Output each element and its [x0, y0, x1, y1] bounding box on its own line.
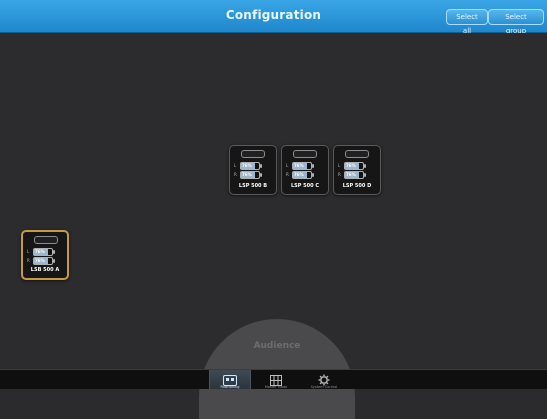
left-channel-label: L — [286, 163, 289, 168]
left-channel-label: L — [234, 163, 237, 168]
title-bar: Configuration Select all Select group — [0, 0, 547, 35]
speaker-card-a[interactable]: L 76% R 76% LSB 500 A — [21, 230, 69, 280]
meter-cap — [364, 173, 366, 177]
speaker-name: LSP 500 D — [342, 183, 372, 189]
tab-positioning[interactable]: Positioning — [209, 370, 251, 389]
meter-cap — [312, 173, 314, 177]
meter-value: 76% — [35, 258, 45, 263]
left-level-meter: 76% — [292, 162, 314, 170]
tab-label: System Control — [310, 385, 338, 389]
speaker-card-c[interactable]: L 76% R 76% LSP 500 C — [281, 145, 329, 195]
speaker-handle — [293, 150, 317, 158]
speaker-name: LSP 500 B — [238, 183, 268, 189]
speaker-card-d[interactable]: L 76% R 76% LSP 500 D — [333, 145, 381, 195]
left-channel-label: L — [338, 163, 341, 168]
meter-cap — [53, 259, 55, 263]
meter-value: 76% — [294, 172, 304, 177]
speaker-handle — [241, 150, 265, 158]
speaker-name: LSP 500 C — [290, 183, 320, 189]
tab-label: Master Mode — [264, 385, 288, 389]
right-level-meter: 76% — [240, 171, 262, 179]
right-channel-label: R — [27, 258, 30, 263]
right-channel-label: R — [234, 172, 237, 177]
meter-cap — [364, 164, 366, 168]
bottom-tab-bar: Positioning Master Mode System Control — [0, 369, 547, 389]
meter-value: 76% — [35, 249, 45, 254]
meter-value: 76% — [242, 163, 252, 168]
meter-cap — [53, 250, 55, 254]
meter-cap — [260, 164, 262, 168]
meter-value: 76% — [346, 163, 356, 168]
speaker-handle — [34, 236, 58, 244]
right-level-meter: 76% — [292, 171, 314, 179]
left-level-meter: 76% — [240, 162, 262, 170]
tab-master-mode[interactable]: Master Mode — [256, 370, 296, 389]
right-level-meter: 76% — [33, 257, 55, 265]
right-level-meter: 76% — [344, 171, 366, 179]
meter-cap — [260, 173, 262, 177]
select-group-button[interactable]: Select group — [488, 9, 544, 35]
tab-system-control[interactable]: System Control — [300, 370, 348, 389]
meter-value: 76% — [346, 172, 356, 177]
meter-cap — [312, 164, 314, 168]
left-level-meter: 76% — [33, 248, 55, 256]
left-channel-label: L — [27, 249, 30, 254]
select-all-button[interactable]: Select all — [446, 9, 488, 35]
right-channel-label: R — [338, 172, 341, 177]
tab-label: Positioning — [220, 385, 240, 389]
meter-value: 76% — [242, 172, 252, 177]
speaker-handle — [345, 150, 369, 158]
meter-value: 76% — [294, 163, 304, 168]
left-level-meter: 76% — [344, 162, 366, 170]
right-channel-label: R — [286, 172, 289, 177]
speaker-card-b[interactable]: L 76% R 76% LSP 500 B — [229, 145, 277, 195]
audience-label: Audience — [253, 341, 301, 351]
speaker-name: LSB 500 A — [30, 267, 60, 273]
